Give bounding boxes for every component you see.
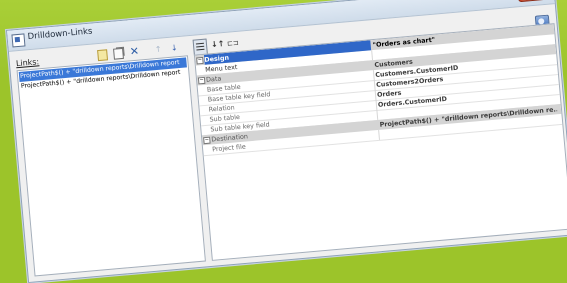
window-app-icon bbox=[11, 33, 26, 48]
links-list[interactable]: ProjectPath$() + "drilldown reports\Dril… bbox=[16, 55, 206, 277]
new-link-button[interactable] bbox=[95, 47, 110, 62]
window-title: Drilldown-Links bbox=[27, 26, 93, 43]
delete-link-icon[interactable]: ✕ bbox=[127, 44, 142, 59]
move-down-icon[interactable]: ↓ bbox=[167, 41, 182, 56]
collapse-toggle-icon[interactable]: − bbox=[197, 76, 206, 85]
events-icon[interactable]: ⊏⊐ bbox=[226, 36, 241, 51]
collapse-toggle-icon[interactable]: − bbox=[196, 56, 204, 65]
copy-link-icon bbox=[113, 47, 124, 60]
close-button[interactable]: ✕ bbox=[517, 0, 547, 3]
copy-link-button[interactable] bbox=[111, 46, 126, 61]
alphabetical-sort-icon[interactable]: ↓↑ bbox=[210, 37, 225, 52]
collapse-toggle-icon[interactable]: − bbox=[203, 136, 211, 145]
new-link-icon bbox=[97, 49, 109, 62]
move-up-icon[interactable]: ↑ bbox=[151, 42, 166, 57]
drilldown-links-dialog: Drilldown-Links ✕ Links: ✕ ↑ ↓ ProjectPa… bbox=[6, 0, 567, 283]
screenshot-stage: Drilldown-Links ✕ Links: ✕ ↑ ↓ ProjectPa… bbox=[0, 0, 567, 283]
property-grid[interactable]: − Design "Orders as chart" Menu text − D… bbox=[193, 23, 567, 261]
links-label: Links: bbox=[15, 57, 40, 69]
